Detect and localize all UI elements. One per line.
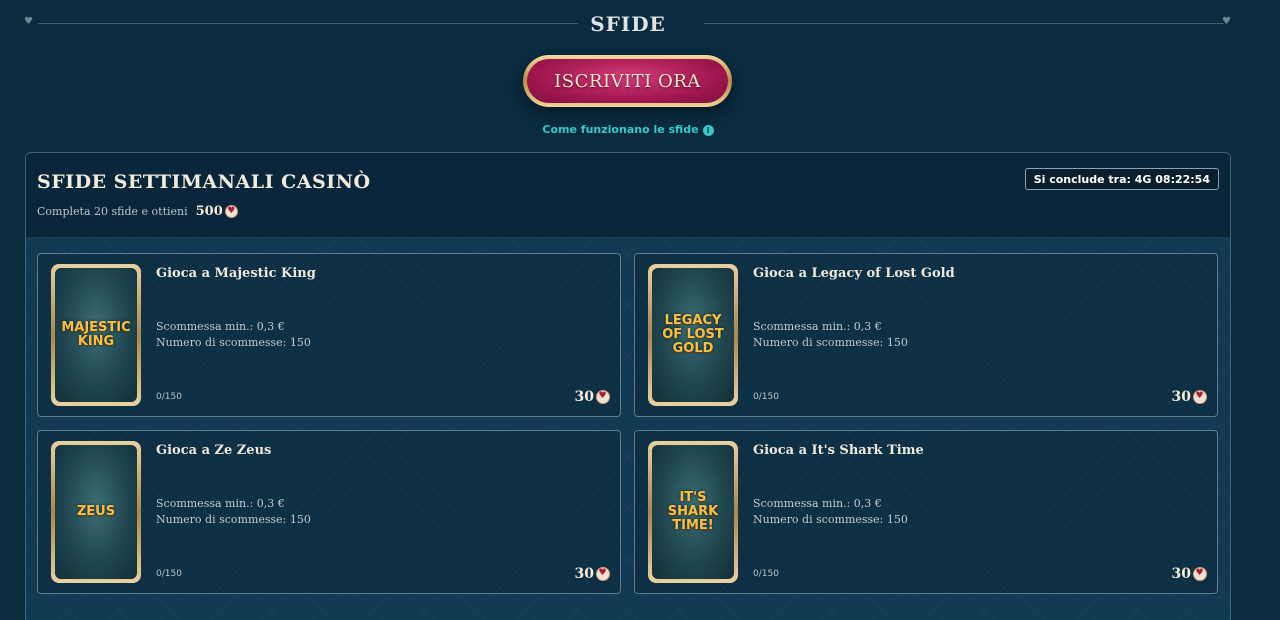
challenge-title: Gioca a It's Shark Time (753, 443, 924, 458)
signup-button[interactable]: ISCRIVITI ORA (523, 55, 732, 107)
panel-subtitle: Completa 20 sfide e ottieni 500 (37, 204, 238, 219)
challenge-card-ze-zeus[interactable]: ZEUS Gioca a Ze Zeus Scommessa min.: 0,3… (37, 430, 621, 594)
game-thumbnail: LEGACY OF LOST GOLD (648, 264, 738, 406)
page-title: SFIDE (590, 12, 666, 36)
game-thumbnail: IT'S SHARK TIME! (648, 441, 738, 583)
challenge-title: Gioca a Ze Zeus (156, 443, 272, 458)
signup-button-label: ISCRIVITI ORA (527, 59, 728, 103)
challenge-reward: 30 (575, 389, 610, 405)
challenge-bet-count: Numero di scommesse: 150 (753, 336, 908, 349)
panel-header: SFIDE SETTIMANALI CASINÒ Completa 20 sfi… (26, 153, 1230, 237)
panel-title: SFIDE SETTIMANALI CASINÒ (37, 171, 371, 193)
game-logo: ZEUS (76, 504, 116, 519)
panel-subtitle-text: Completa 20 sfide e ottieni (37, 205, 188, 218)
heart-coin-icon (1193, 567, 1207, 581)
challenge-bet-count: Numero di scommesse: 150 (156, 336, 311, 349)
challenge-progress: 0/150 (753, 569, 779, 579)
challenge-title: Gioca a Legacy of Lost Gold (753, 266, 955, 281)
challenge-card-majestic-king[interactable]: MAJESTIC KING Gioca a Majestic King Scom… (37, 253, 621, 417)
challenge-min-bet: Scommessa min.: 0,3 € (156, 320, 285, 333)
heart-coin-icon (596, 567, 610, 581)
info-icon: i (702, 124, 714, 136)
game-logo: MAJESTIC KING (61, 320, 131, 349)
how-it-works-label: Come funzionano le sfide (542, 123, 699, 136)
challenge-reward-value: 30 (1171, 389, 1191, 405)
challenge-card-legacy-of-lost-gold[interactable]: LEGACY OF LOST GOLD Gioca a Legacy of Lo… (634, 253, 1218, 417)
challenge-min-bet: Scommessa min.: 0,3 € (753, 497, 882, 510)
challenge-min-bet: Scommessa min.: 0,3 € (753, 320, 882, 333)
challenge-reward-value: 30 (574, 566, 594, 582)
challenge-reward: 30 (1172, 389, 1207, 405)
weekly-challenges-panel: SFIDE SETTIMANALI CASINÒ Completa 20 sfi… (25, 152, 1231, 620)
heart-coin-icon (224, 205, 238, 218)
challenge-progress: 0/150 (753, 392, 779, 402)
challenge-min-bet: Scommessa min.: 0,3 € (156, 497, 285, 510)
countdown-badge: Si conclude tra: 4G 08:22:54 (1024, 168, 1219, 190)
game-logo: IT'S SHARK TIME! (667, 490, 719, 533)
challenge-bet-count: Numero di scommesse: 150 (156, 513, 311, 526)
how-it-works-link[interactable]: Come funzionano le sfide i (0, 123, 1256, 136)
challenges-grid: MAJESTIC KING Gioca a Majestic King Scom… (26, 237, 1230, 620)
challenge-reward: 30 (1172, 566, 1207, 582)
challenge-reward: 30 (575, 566, 610, 582)
challenge-card-its-shark-time[interactable]: IT'S SHARK TIME! Gioca a It's Shark Time… (634, 430, 1218, 594)
heart-coin-icon (1193, 390, 1207, 404)
game-thumbnail: MAJESTIC KING (51, 264, 141, 406)
challenge-progress: 0/150 (156, 569, 182, 579)
challenge-reward-value: 30 (574, 389, 594, 405)
challenge-title: Gioca a Majestic King (156, 266, 316, 281)
challenge-progress: 0/150 (156, 392, 182, 402)
heart-coin-icon (596, 390, 610, 404)
game-logo: LEGACY OF LOST GOLD (662, 313, 724, 356)
panel-reward-value: 500 (195, 204, 223, 219)
panel-reward: 500 (196, 204, 238, 219)
challenge-reward-value: 30 (1171, 566, 1191, 582)
game-thumbnail: ZEUS (51, 441, 141, 583)
challenge-bet-count: Numero di scommesse: 150 (753, 513, 908, 526)
